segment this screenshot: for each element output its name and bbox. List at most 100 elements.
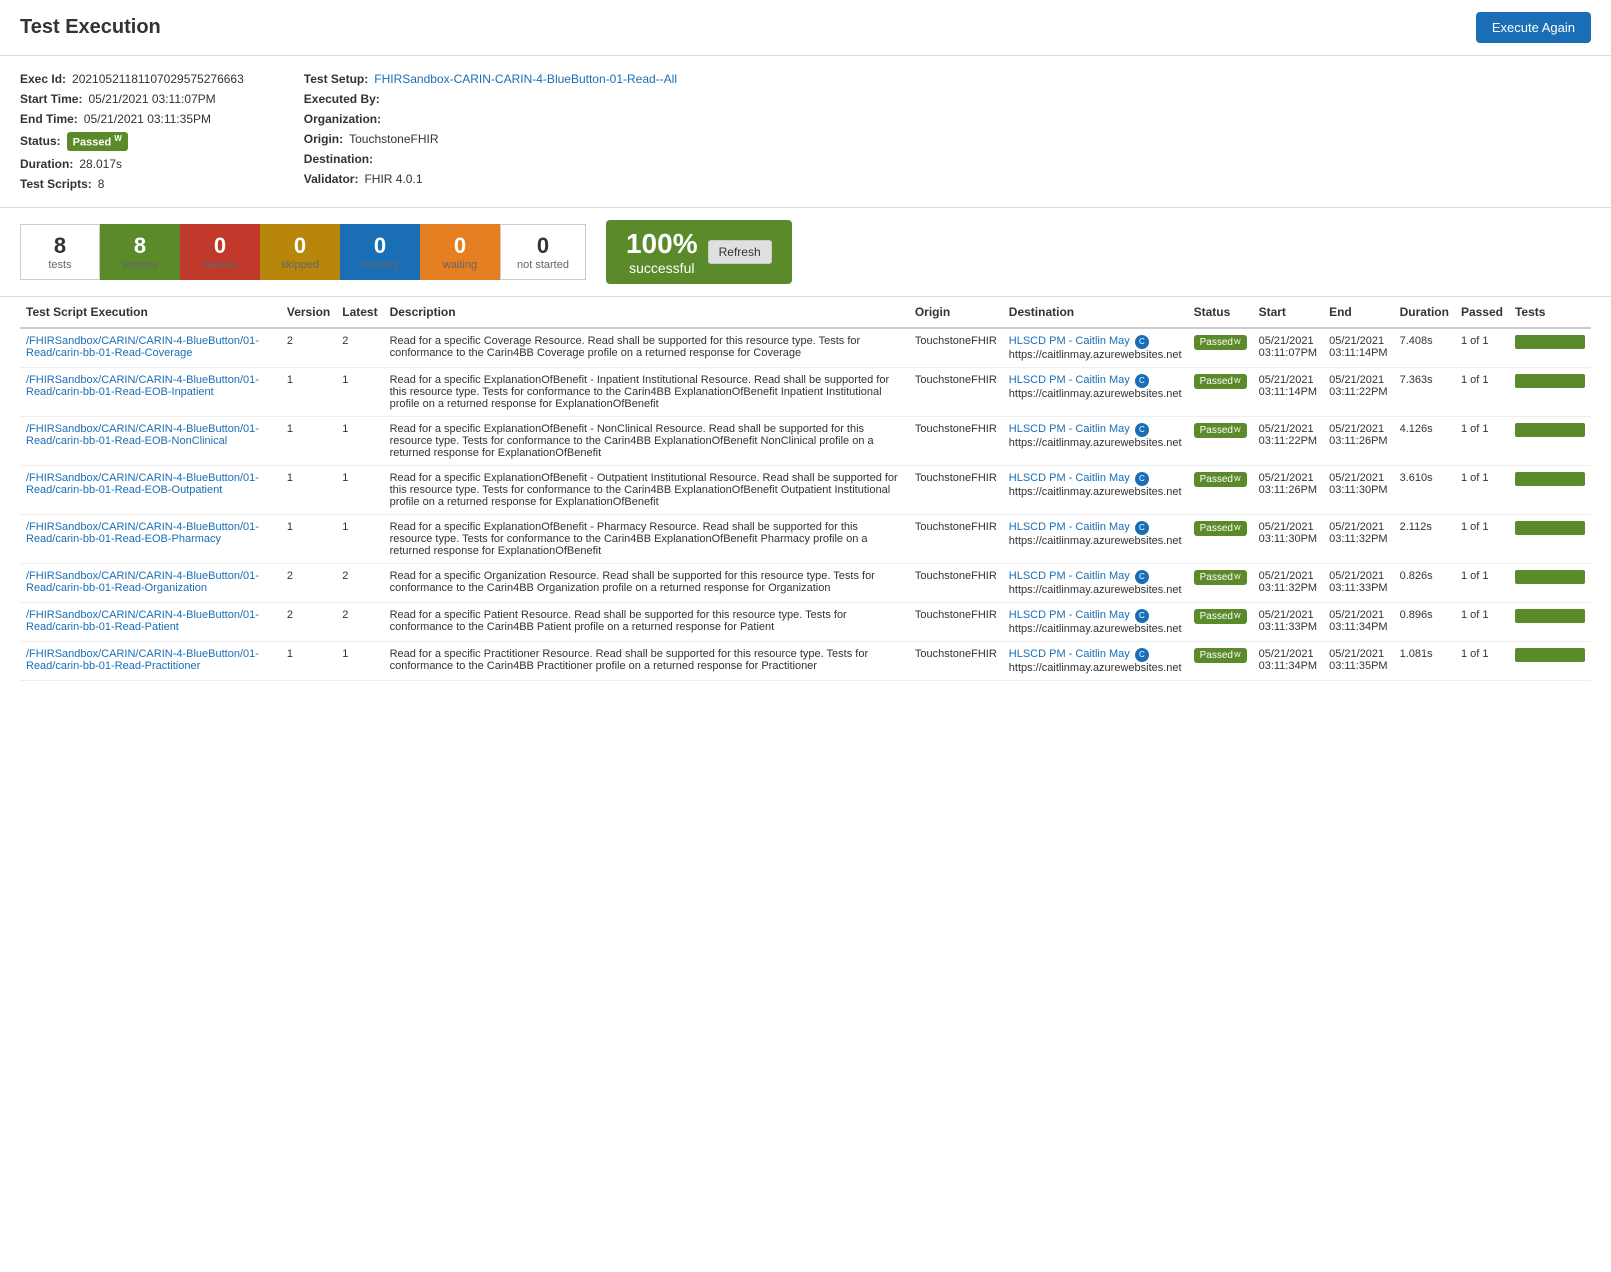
cell-status: Passed W [1188, 514, 1253, 563]
status-badge: Passed W [1194, 374, 1247, 389]
cell-start: 05/21/202103:11:26PM [1253, 465, 1324, 514]
cell-script: /FHIRSandbox/CARIN/CARIN-4-BlueButton/01… [20, 328, 281, 368]
test-setup-label: Test Setup: [304, 72, 368, 86]
executed-by-row: Executed By: [304, 92, 677, 106]
script-link[interactable]: /FHIRSandbox/CARIN/CARIN-4-BlueButton/01… [26, 374, 275, 398]
end-time-value: 05/21/2021 03:11:35PM [84, 112, 211, 126]
script-link[interactable]: /FHIRSandbox/CARIN/CARIN-4-BlueButton/01… [26, 570, 275, 594]
cell-start: 05/21/202103:11:34PM [1253, 641, 1324, 680]
cell-version: 2 [281, 563, 336, 602]
test-scripts-row: Test Scripts: 8 [20, 177, 244, 191]
cell-passed: 1 of 1 [1455, 328, 1509, 368]
table-row: /FHIRSandbox/CARIN/CARIN-4-BlueButton/01… [20, 416, 1591, 465]
skipped-stat: 0 skipped [260, 224, 340, 280]
dest-url: https://caitlinmay.azurewebsites.net [1009, 437, 1182, 449]
meta-left: Exec Id: 20210521181107029575276663 Star… [20, 72, 244, 191]
table-row: /FHIRSandbox/CARIN/CARIN-4-BlueButton/01… [20, 602, 1591, 641]
dest-url: https://caitlinmay.azurewebsites.net [1009, 623, 1182, 635]
dest-link[interactable]: HLSCD PM - Caitlin May C [1009, 609, 1149, 621]
exec-id-label: Exec Id: [20, 72, 66, 86]
script-link[interactable]: /FHIRSandbox/CARIN/CARIN-4-BlueButton/01… [26, 648, 275, 672]
cell-latest: 2 [336, 563, 383, 602]
dest-link[interactable]: HLSCD PM - Caitlin May C [1009, 648, 1149, 660]
dest-url: https://caitlinmay.azurewebsites.net [1009, 535, 1182, 547]
test-setup-link[interactable]: FHIRSandbox-CARIN-CARIN-4-BlueButton-01-… [374, 72, 677, 86]
origin-row: Origin: TouchstoneFHIR [304, 132, 677, 146]
page-title: Test Execution [20, 16, 161, 39]
cell-destination: HLSCD PM - Caitlin May C https://caitlin… [1003, 602, 1188, 641]
cell-version: 1 [281, 416, 336, 465]
execute-again-button[interactable]: Execute Again [1476, 12, 1591, 43]
cell-destination: HLSCD PM - Caitlin May C https://caitlin… [1003, 641, 1188, 680]
cell-description: Read for a specific Organization Resourc… [384, 563, 909, 602]
cell-script: /FHIRSandbox/CARIN/CARIN-4-BlueButton/01… [20, 367, 281, 416]
cell-tests [1509, 328, 1591, 368]
cell-tests [1509, 514, 1591, 563]
dest-icon: C [1135, 472, 1149, 486]
dest-link[interactable]: HLSCD PM - Caitlin May C [1009, 472, 1149, 484]
end-time-label: End Time: [20, 112, 78, 126]
cell-latest: 1 [336, 641, 383, 680]
cell-start: 05/21/202103:11:30PM [1253, 514, 1324, 563]
cell-tests [1509, 602, 1591, 641]
skipped-count: 0 [277, 233, 323, 259]
col-end: End [1323, 297, 1394, 328]
cell-version: 1 [281, 641, 336, 680]
dest-link[interactable]: HLSCD PM - Caitlin May C [1009, 335, 1149, 347]
cell-latest: 2 [336, 328, 383, 368]
cell-description: Read for a specific ExplanationOfBenefit… [384, 465, 909, 514]
dest-link[interactable]: HLSCD PM - Caitlin May C [1009, 521, 1149, 533]
cell-start: 05/21/202103:11:22PM [1253, 416, 1324, 465]
progress-bar [1515, 335, 1585, 349]
failures-label: failures [197, 259, 243, 271]
script-link[interactable]: /FHIRSandbox/CARIN/CARIN-4-BlueButton/01… [26, 472, 275, 496]
cell-start: 05/21/202103:11:33PM [1253, 602, 1324, 641]
cell-duration: 7.363s [1394, 367, 1455, 416]
dest-link[interactable]: HLSCD PM - Caitlin May C [1009, 374, 1149, 386]
failures-count: 0 [197, 233, 243, 259]
status-badge: Passed W [1194, 423, 1247, 438]
col-passed: Passed [1455, 297, 1509, 328]
cell-origin: TouchstoneFHIR [909, 367, 1003, 416]
waiting-label: waiting [437, 259, 483, 271]
dest-icon: C [1135, 374, 1149, 388]
validator-row: Validator: FHIR 4.0.1 [304, 172, 677, 186]
dest-url: https://caitlinmay.azurewebsites.net [1009, 349, 1182, 361]
cell-script: /FHIRSandbox/CARIN/CARIN-4-BlueButton/01… [20, 641, 281, 680]
cell-duration: 4.126s [1394, 416, 1455, 465]
col-version: Version [281, 297, 336, 328]
exec-id-row: Exec Id: 20210521181107029575276663 [20, 72, 244, 86]
validator-value: FHIR 4.0.1 [364, 172, 422, 186]
dest-icon: C [1135, 335, 1149, 349]
script-link[interactable]: /FHIRSandbox/CARIN/CARIN-4-BlueButton/01… [26, 609, 275, 633]
duration-label: Duration: [20, 157, 73, 171]
table-row: /FHIRSandbox/CARIN/CARIN-4-BlueButton/01… [20, 328, 1591, 368]
test-scripts-value: 8 [98, 177, 105, 191]
cell-destination: HLSCD PM - Caitlin May C https://caitlin… [1003, 328, 1188, 368]
cell-destination: HLSCD PM - Caitlin May C https://caitlin… [1003, 416, 1188, 465]
table-section: Test Script Execution Version Latest Des… [0, 297, 1611, 681]
cell-description: Read for a specific ExplanationOfBenefit… [384, 367, 909, 416]
progress-bar [1515, 609, 1585, 623]
script-link[interactable]: /FHIRSandbox/CARIN/CARIN-4-BlueButton/01… [26, 521, 275, 545]
table-header-row: Test Script Execution Version Latest Des… [20, 297, 1591, 328]
duration-row: Duration: 28.017s [20, 157, 244, 171]
cell-status: Passed W [1188, 367, 1253, 416]
cell-end: 05/21/202103:11:30PM [1323, 465, 1394, 514]
dest-link[interactable]: HLSCD PM - Caitlin May C [1009, 423, 1149, 435]
cell-version: 1 [281, 514, 336, 563]
dest-url: https://caitlinmay.azurewebsites.net [1009, 584, 1182, 596]
status-badge: Passed W [1194, 521, 1247, 536]
cell-status: Passed W [1188, 328, 1253, 368]
cell-end: 05/21/202103:11:33PM [1323, 563, 1394, 602]
waiting-count: 0 [437, 233, 483, 259]
script-link[interactable]: /FHIRSandbox/CARIN/CARIN-4-BlueButton/01… [26, 423, 275, 447]
cell-origin: TouchstoneFHIR [909, 563, 1003, 602]
cell-duration: 1.081s [1394, 641, 1455, 680]
refresh-button[interactable]: Refresh [708, 240, 772, 264]
cell-latest: 1 [336, 465, 383, 514]
dest-link[interactable]: HLSCD PM - Caitlin May C [1009, 570, 1149, 582]
cell-duration: 2.112s [1394, 514, 1455, 563]
script-link[interactable]: /FHIRSandbox/CARIN/CARIN-4-BlueButton/01… [26, 335, 275, 359]
cell-tests [1509, 641, 1591, 680]
